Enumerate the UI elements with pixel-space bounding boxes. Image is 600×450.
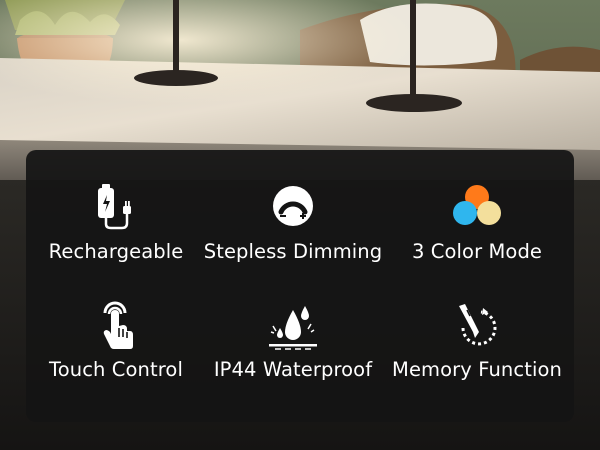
- feature-stepless-dimming: Stepless Dimming: [198, 180, 388, 290]
- feature-ip44-waterproof: IP44 Waterproof: [198, 300, 388, 410]
- feature-rechargeable: Rechargeable: [21, 180, 211, 290]
- feature-memory-function: Memory Function: [382, 300, 572, 410]
- feature-label: Touch Control: [49, 358, 183, 381]
- feature-label: 3 Color Mode: [411, 240, 543, 263]
- water-drops-icon: [267, 300, 319, 352]
- dimmer-dial-icon: [267, 180, 319, 232]
- battery-cable-icon: [90, 180, 142, 232]
- product-feature-banner: Rechargeable Stepless Dimming 3 Color Mo…: [0, 0, 600, 450]
- features-panel: Rechargeable Stepless Dimming 3 Color Mo…: [26, 150, 574, 422]
- touch-hand-icon: [90, 300, 142, 352]
- feature-label: Memory Function: [392, 358, 562, 381]
- feature-label: Rechargeable: [48, 240, 184, 263]
- feature-label: IP44 Waterproof: [213, 358, 373, 381]
- feature-touch-control: Touch Control: [21, 300, 211, 410]
- memory-pen-icon: [451, 300, 503, 352]
- feature-3-color-mode: 3 Color Mode: [382, 180, 572, 290]
- three-color-circles-icon: [451, 180, 503, 232]
- feature-label: Stepless Dimming: [203, 240, 383, 263]
